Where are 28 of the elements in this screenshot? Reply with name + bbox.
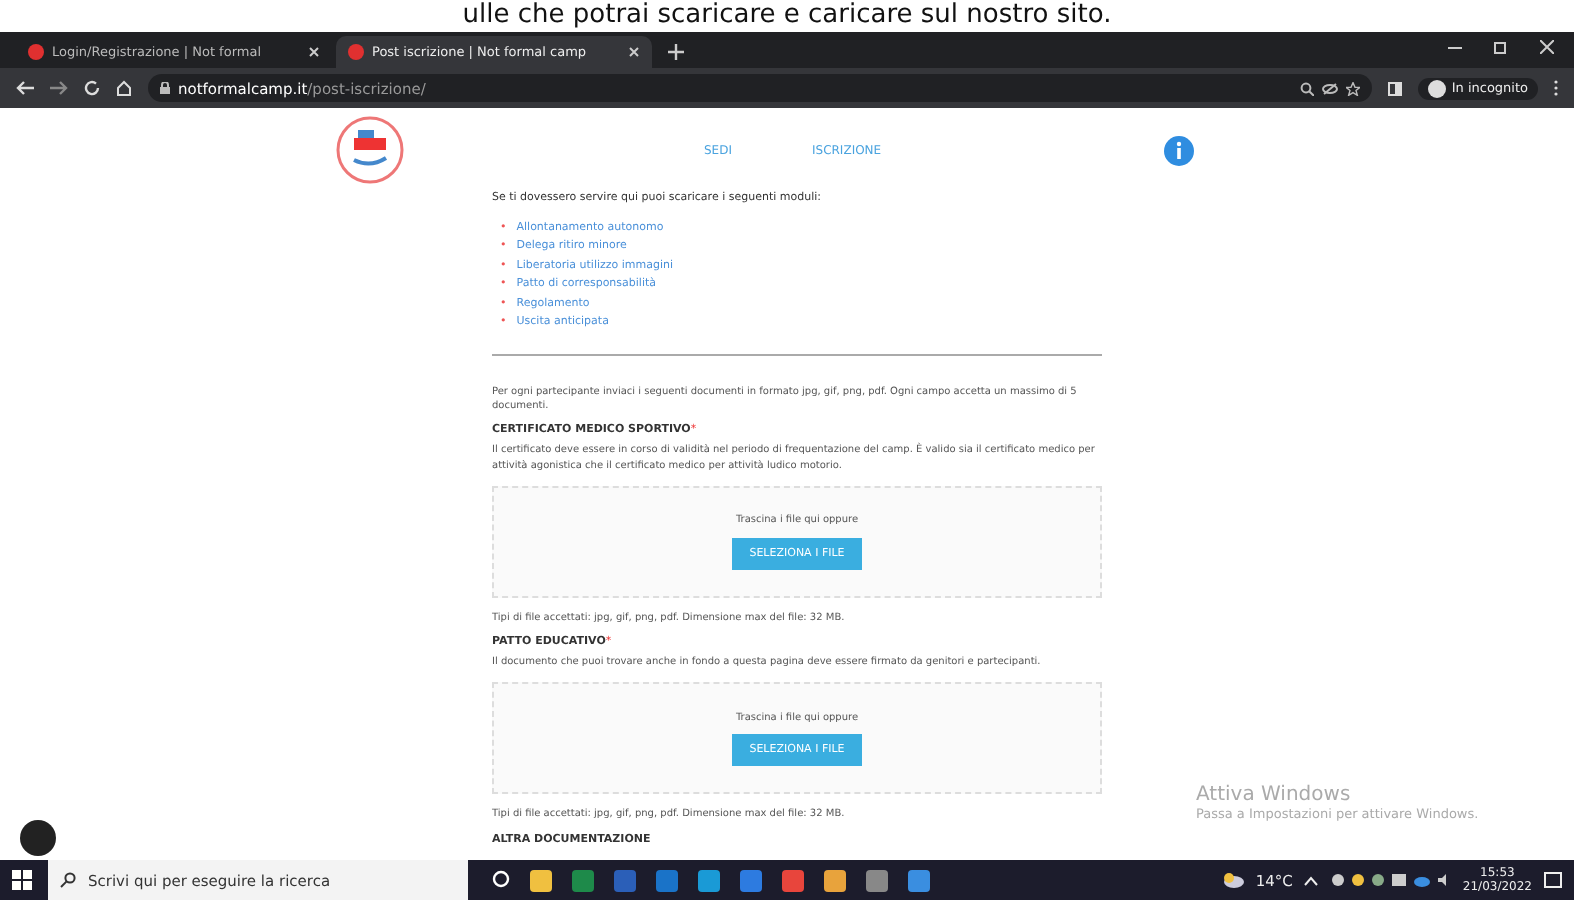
- restore-icon[interactable]: [1494, 39, 1508, 53]
- windows-start-icon[interactable]: [12, 870, 32, 890]
- new-tab-icon[interactable]: [668, 44, 684, 60]
- side-panel-icon[interactable]: [1387, 81, 1402, 95]
- close-icon[interactable]: [1540, 39, 1554, 53]
- close-icon[interactable]: [628, 46, 640, 58]
- circle-icon[interactable]: [492, 869, 510, 887]
- chevron-up-icon[interactable]: [1304, 875, 1319, 885]
- cloud-icon: [1221, 872, 1244, 888]
- activation-watermark-title: Attiva Windows: [1196, 784, 1353, 806]
- video-caption: ulle che potrai scaricare e caricare sul nostro sito.: [460, 0, 1114, 32]
- captions-button[interactable]: [20, 820, 56, 856]
- notification-icon[interactable]: [1544, 871, 1562, 889]
- forward-arrow-icon[interactable]: [50, 80, 68, 96]
- reload-icon[interactable]: [84, 80, 100, 96]
- info-icon[interactable]: [1164, 135, 1194, 165]
- home-icon[interactable]: [116, 80, 132, 96]
- back-arrow-icon[interactable]: [16, 80, 34, 96]
- logo-badge-icon[interactable]: [336, 116, 404, 184]
- search-icon: [60, 872, 76, 888]
- zoom-icon[interactable]: [1299, 81, 1314, 95]
- favicon-icon: [28, 44, 44, 60]
- favicon-icon: [348, 44, 364, 60]
- incognito-icon: [1427, 79, 1446, 97]
- eye-slash-icon[interactable]: [1321, 81, 1338, 95]
- lock-icon: [160, 82, 170, 94]
- star-icon[interactable]: [1345, 81, 1360, 95]
- close-icon[interactable]: [308, 46, 320, 58]
